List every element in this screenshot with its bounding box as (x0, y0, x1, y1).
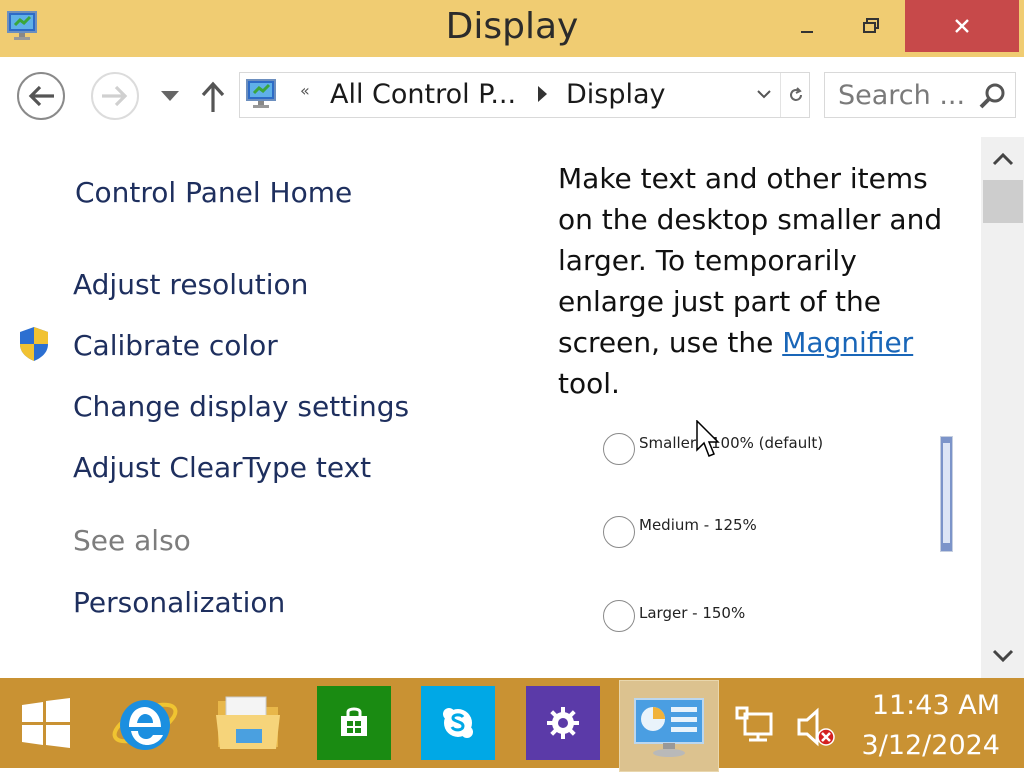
personalization-link[interactable]: Personalization (73, 586, 285, 619)
forward-button[interactable] (91, 72, 139, 120)
internet-explorer-icon (112, 700, 178, 750)
mouse-cursor-icon (696, 420, 720, 457)
search-placeholder: Search ... (838, 80, 966, 111)
address-bar[interactable]: « All Control P... Display (239, 72, 810, 118)
size-preview-screen (943, 443, 950, 543)
back-button[interactable] (17, 72, 65, 120)
adjust-cleartype-text-link[interactable]: Adjust ClearType text (73, 451, 371, 484)
adjust-resolution-link[interactable]: Adjust resolution (73, 268, 308, 301)
restore-icon (863, 18, 879, 33)
restore-button[interactable] (848, 0, 894, 52)
calibrate-color-link[interactable]: Calibrate color (73, 329, 278, 362)
up-arrow-icon[interactable] (199, 80, 227, 114)
windows-logo-icon (22, 698, 70, 748)
chevron-up-icon (992, 152, 1013, 166)
display-description: Make text and other items on the desktop… (558, 158, 968, 404)
folder-icon (216, 696, 280, 749)
network-icon[interactable] (735, 704, 775, 744)
control-panel-taskbar-button[interactable] (619, 680, 719, 772)
radio-larger-label[interactable]: Larger - 150% (639, 604, 745, 622)
store-bag-icon (341, 707, 367, 736)
clock-time[interactable]: 11:43 AM (850, 690, 1000, 721)
minimize-icon (801, 31, 813, 33)
clock-date[interactable]: 3/12/2024 (850, 730, 1000, 761)
skype-button[interactable] (421, 686, 495, 760)
recent-locations-dropdown-icon[interactable] (158, 86, 182, 106)
volume-muted-icon[interactable] (795, 706, 837, 748)
settings-button[interactable] (526, 686, 600, 760)
forward-arrow-icon (102, 85, 128, 107)
back-arrow-icon (28, 85, 54, 107)
title-bar: Display (0, 0, 1024, 57)
see-also-heading: See also (73, 524, 191, 557)
skype-icon (443, 708, 473, 738)
refresh-icon (790, 87, 802, 101)
magnifier-link[interactable]: Magnifier (782, 326, 913, 359)
minimize-button[interactable] (784, 0, 830, 52)
vertical-scrollbar[interactable] (981, 137, 1024, 678)
scroll-down-button[interactable] (981, 638, 1024, 674)
start-button[interactable] (9, 686, 83, 760)
address-dropdown-icon[interactable] (756, 87, 772, 101)
uac-shield-icon (20, 327, 48, 361)
radio-medium-label[interactable]: Medium - 125% (639, 516, 757, 534)
control-panel-home-link[interactable]: Control Panel Home (75, 176, 352, 209)
chevron-down-icon (992, 649, 1013, 663)
search-box[interactable]: Search ... (824, 72, 1016, 118)
scroll-up-button[interactable] (981, 141, 1024, 177)
description-text-end: tool. (558, 367, 620, 400)
control-panel-icon (246, 79, 276, 108)
breadcrumb-all-control-panel[interactable]: All Control P... (330, 79, 516, 110)
address-overflow-chevron[interactable]: « (300, 81, 310, 100)
size-preview-image (940, 436, 953, 552)
radio-medium[interactable] (603, 516, 635, 548)
search-icon[interactable] (977, 81, 1007, 111)
close-icon (955, 19, 969, 33)
breadcrumb-separator-icon[interactable] (536, 85, 548, 103)
internet-explorer-button[interactable] (108, 686, 182, 760)
file-explorer-button[interactable] (212, 686, 286, 760)
radio-smaller-label[interactable]: Smaller - 100% (default) (639, 434, 823, 452)
radio-smaller[interactable] (603, 433, 635, 465)
close-button[interactable] (905, 0, 1019, 52)
gear-icon (547, 707, 579, 739)
scrollbar-thumb[interactable] (983, 180, 1023, 223)
radio-larger[interactable] (603, 600, 635, 632)
store-button[interactable] (317, 686, 391, 760)
refresh-button[interactable] (780, 73, 811, 117)
breadcrumb-display[interactable]: Display (566, 79, 666, 110)
control-panel-icon (634, 698, 704, 757)
change-display-settings-link[interactable]: Change display settings (73, 390, 409, 423)
